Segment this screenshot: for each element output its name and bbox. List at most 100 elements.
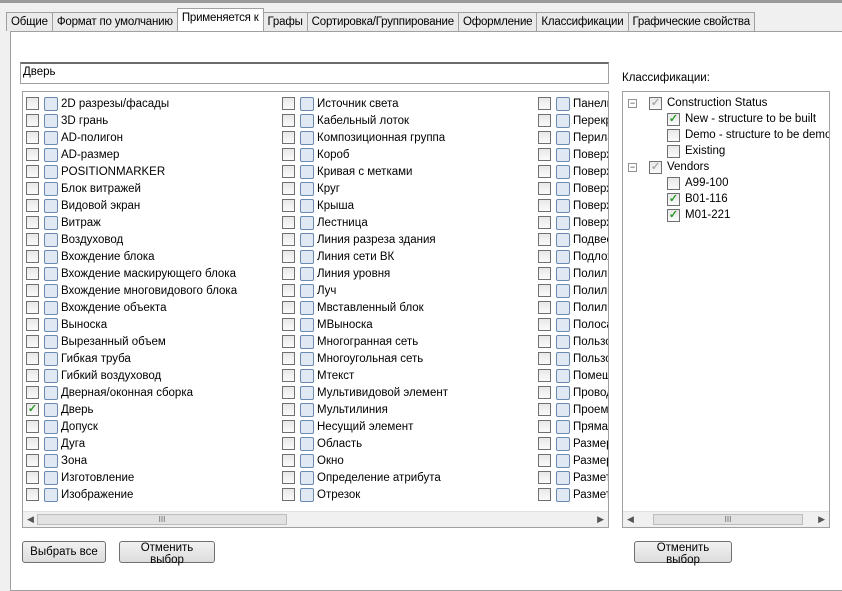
checkbox[interactable]	[282, 284, 295, 297]
list-item[interactable]: Дуга	[26, 435, 237, 452]
checkbox[interactable]	[538, 233, 551, 246]
tab-6[interactable]: Классификации	[536, 12, 629, 31]
tree-node[interactable]: Existing	[667, 143, 725, 159]
list-item[interactable]: Размер	[538, 452, 608, 469]
list-item[interactable]: Витраж	[26, 214, 237, 231]
collapse-icon[interactable]: −	[628, 98, 637, 108]
list-item[interactable]: Поверх	[538, 214, 608, 231]
list-item[interactable]: Определение атрибута	[282, 469, 448, 486]
list-item[interactable]: Луч	[282, 282, 448, 299]
checkbox[interactable]	[282, 199, 295, 212]
checkbox[interactable]	[282, 97, 295, 110]
list-item[interactable]: Мтекст	[282, 367, 448, 384]
tab-0[interactable]: Общие	[6, 12, 53, 31]
checkbox[interactable]	[282, 352, 295, 365]
checkbox[interactable]	[282, 114, 295, 127]
checkbox[interactable]	[538, 488, 551, 501]
checkbox[interactable]	[282, 267, 295, 280]
list-item[interactable]: Мультилиния	[282, 401, 448, 418]
tab-1[interactable]: Формат по умолчанию	[51, 12, 178, 31]
scroll-right-icon[interactable]: ▶	[597, 514, 604, 525]
list-item[interactable]: Вхождение блока	[26, 248, 237, 265]
checkbox[interactable]	[538, 386, 551, 399]
clear-selection-button[interactable]: Отменить выбор	[119, 541, 215, 566]
collapse-icon[interactable]: −	[628, 162, 637, 172]
checkbox[interactable]	[282, 420, 295, 433]
checkbox[interactable]	[538, 131, 551, 144]
checkbox[interactable]	[26, 352, 39, 365]
checkbox[interactable]: ✓	[667, 112, 680, 126]
checkbox[interactable]	[282, 301, 295, 314]
checkbox[interactable]	[538, 199, 551, 212]
checkbox[interactable]	[282, 454, 295, 467]
checkbox[interactable]	[26, 165, 39, 178]
checkbox[interactable]	[26, 148, 39, 161]
checkbox[interactable]	[26, 199, 39, 212]
list-item[interactable]: Линия разреза здания	[282, 231, 448, 248]
list-item[interactable]: Область	[282, 435, 448, 452]
tab-4[interactable]: Сортировка/Группирование	[306, 12, 459, 31]
checkbox[interactable]	[538, 182, 551, 195]
list-item[interactable]: Проем	[538, 401, 608, 418]
list-item[interactable]: Окно	[282, 452, 448, 469]
checkbox[interactable]	[538, 471, 551, 484]
list-item[interactable]: Полили	[538, 282, 608, 299]
checkbox[interactable]	[26, 318, 39, 331]
checkbox[interactable]	[282, 182, 295, 195]
checkbox[interactable]	[26, 216, 39, 229]
list-item[interactable]: 3D грань	[26, 112, 237, 129]
checkbox[interactable]	[26, 97, 39, 110]
list-item[interactable]: Видовой экран	[26, 197, 237, 214]
list-item[interactable]: Размер	[538, 435, 608, 452]
tab-2[interactable]: Применяется к	[176, 8, 264, 31]
list-item[interactable]: Многогранная сеть	[282, 333, 448, 350]
checkbox[interactable]	[282, 318, 295, 331]
checkbox[interactable]	[667, 176, 680, 190]
list-item[interactable]: AD-полигон	[26, 129, 237, 146]
checkbox[interactable]	[26, 233, 39, 246]
list-item[interactable]: Полили	[538, 299, 608, 316]
checkbox[interactable]	[26, 131, 39, 144]
checkbox[interactable]	[538, 216, 551, 229]
list-item[interactable]: Зона	[26, 452, 237, 469]
checkbox[interactable]: ✓	[26, 403, 39, 416]
list-item[interactable]: Провод	[538, 384, 608, 401]
tree-node-group[interactable]: − ✓ Construction Status	[628, 95, 767, 111]
checkbox[interactable]	[538, 301, 551, 314]
list-item[interactable]: 2D разрезы/фасады	[26, 95, 237, 112]
list-item[interactable]: Полили	[538, 265, 608, 282]
list-item[interactable]: Изображение	[26, 486, 237, 503]
checkbox[interactable]	[26, 471, 39, 484]
list-item[interactable]: Линия сети ВК	[282, 248, 448, 265]
list-item[interactable]: Дверная/оконная сборка	[26, 384, 237, 401]
list-item[interactable]: Блок витражей	[26, 180, 237, 197]
checkbox[interactable]	[282, 437, 295, 450]
checkbox[interactable]: ✓	[667, 192, 680, 206]
tree-horizontal-scrollbar[interactable]: ◀ III ▶	[623, 511, 829, 527]
scroll-left-icon[interactable]: ◀	[27, 514, 34, 525]
checkbox[interactable]	[26, 335, 39, 348]
checkbox[interactable]	[26, 182, 39, 195]
tree-node[interactable]: ✓ New - structure to be built	[667, 111, 816, 127]
checkbox[interactable]	[26, 454, 39, 467]
list-item[interactable]: Перила	[538, 129, 608, 146]
select-all-button[interactable]: Выбрать все	[22, 541, 106, 563]
checkbox[interactable]	[538, 165, 551, 178]
tree-node[interactable]: Demo - structure to be demolis	[667, 127, 829, 143]
list-item[interactable]: Панель	[538, 95, 608, 112]
checkbox[interactable]	[282, 148, 295, 161]
checkbox[interactable]	[26, 284, 39, 297]
list-item[interactable]: Допуск	[26, 418, 237, 435]
list-item[interactable]: Прямая	[538, 418, 608, 435]
list-item[interactable]: Подвес	[538, 231, 608, 248]
checkbox[interactable]	[282, 369, 295, 382]
checkbox[interactable]	[538, 114, 551, 127]
list-item[interactable]: Мвставленный блок	[282, 299, 448, 316]
list-item[interactable]: Отрезок	[282, 486, 448, 503]
list-item[interactable]: Лестница	[282, 214, 448, 231]
tree-node-group[interactable]: − ✓ Vendors	[628, 159, 709, 175]
checkbox[interactable]	[282, 488, 295, 501]
list-item[interactable]: Гибкая труба	[26, 350, 237, 367]
checkbox[interactable]	[538, 250, 551, 263]
list-item[interactable]: Изготовление	[26, 469, 237, 486]
